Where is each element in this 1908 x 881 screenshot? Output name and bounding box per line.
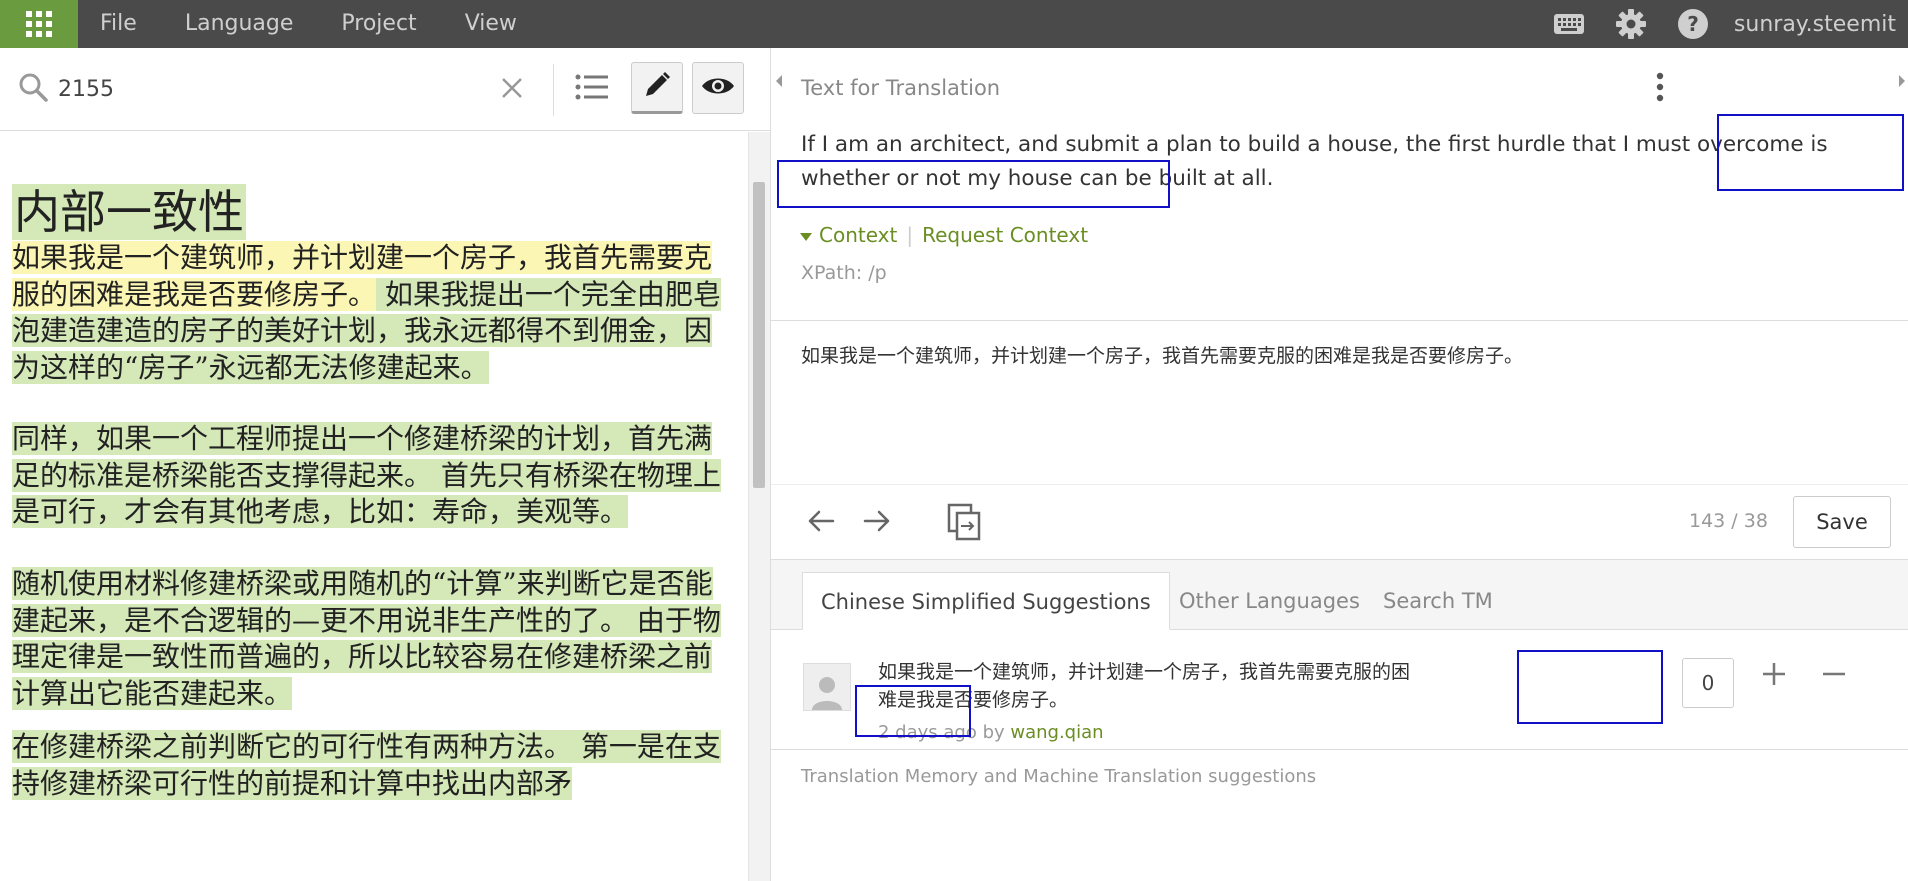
caret-down-icon[interactable] — [799, 223, 813, 247]
paragraph[interactable]: 在修建桥梁之前判断它的可行性有两种方法。 第一是在支持修建桥梁可行性的前提和计算… — [12, 729, 737, 802]
preview-mode-button[interactable] — [692, 62, 744, 114]
xpath-label: XPath: /p — [801, 262, 887, 284]
plus-icon[interactable] — [1761, 661, 1787, 691]
username[interactable]: sunray.steemit — [1724, 12, 1908, 37]
edit-mode-button[interactable] — [631, 62, 683, 114]
document-preview: 内部一致性 如果我是一个建筑师，并计划建一个房子，我首先需要克服的困难是我是否要… — [0, 132, 748, 881]
translation-text[interactable]: 如果我是一个建筑师，并计划建一个房子，我首先需要克服的困难是我是否要修房子。 — [801, 341, 1523, 368]
search-input[interactable] — [58, 70, 478, 108]
annotation-box — [1717, 114, 1904, 191]
paragraph[interactable]: 如果我是一个建筑师，并计划建一个房子，我首先需要克服的困难是我是否要修房子。 如… — [12, 240, 737, 386]
top-bar: File Language Project View ? sunray.stee… — [0, 0, 1908, 48]
paragraph[interactable]: 随机使用材料修建桥梁或用随机的“计算”来判断它是否能建起来，是不合逻辑的—更不用… — [12, 566, 737, 712]
vote-count: 0 — [1682, 658, 1734, 708]
context-toggle[interactable]: Context — [819, 223, 897, 247]
help-icon[interactable]: ? — [1662, 0, 1724, 48]
search-icon — [18, 72, 48, 106]
tab-chinese-simplified-suggestions[interactable]: Chinese Simplified Suggestions — [802, 572, 1170, 630]
collapse-left-icon[interactable] — [775, 73, 783, 92]
tab-search-tm[interactable]: Search TM — [1365, 572, 1511, 630]
menu-project[interactable]: Project — [341, 0, 416, 48]
document-title: 内部一致性 — [12, 184, 246, 240]
character-counter: 143 / 38 — [1689, 510, 1768, 532]
context-row: Context | Request Context — [799, 223, 1088, 247]
paragraph-text: 在修建桥梁之前判断它的可行性有两种方法。 第一是在支持修建桥梁可行性的前提和计算… — [12, 730, 721, 800]
separator: | — [906, 223, 914, 247]
document-pane: 内部一致性 如果我是一个建筑师，并计划建一个房子，我首先需要克服的困难是我是否要… — [0, 48, 770, 881]
paragraph[interactable]: 同样，如果一个工程师提出一个修建桥梁的计划，首先满足的标准是桥梁能否支撑得起来。… — [12, 421, 737, 531]
paragraph-text: 随机使用材料修建桥梁或用随机的“计算”来判断它是否能建起来，是不合逻辑的—更不用… — [12, 567, 721, 710]
annotation-box — [855, 685, 971, 737]
avatar — [803, 663, 851, 711]
apps-grid-icon[interactable] — [0, 0, 78, 48]
eye-icon — [701, 75, 735, 101]
keyboard-icon[interactable] — [1538, 0, 1600, 48]
more-options-icon[interactable] — [1656, 72, 1664, 106]
scroll-thumb[interactable] — [753, 182, 765, 488]
menu-view[interactable]: View — [465, 0, 517, 48]
tab-other-languages[interactable]: Other Languages — [1161, 572, 1378, 630]
minus-icon[interactable] — [1821, 661, 1847, 691]
pencil-icon — [642, 70, 672, 104]
tm-section-label: Translation Memory and Machine Translati… — [801, 766, 1317, 787]
svg-text:?: ? — [1687, 12, 1699, 36]
paragraph-text: 同样，如果一个工程师提出一个修建桥梁的计划，首先满足的标准是桥梁能否支撑得起来。… — [12, 422, 721, 528]
previous-arrow-icon[interactable] — [805, 505, 837, 541]
divider — [553, 64, 554, 116]
collapse-right-icon[interactable] — [1898, 73, 1906, 92]
source-label: Text for Translation — [801, 76, 1001, 100]
menu-file[interactable]: File — [100, 0, 137, 48]
document-scrollbar[interactable] — [748, 132, 770, 881]
menu-language[interactable]: Language — [185, 0, 294, 48]
request-context-link[interactable]: Request Context — [922, 223, 1088, 247]
editor-toolbar: 143 / 38 Save — [771, 484, 1908, 560]
translation-editor[interactable]: 如果我是一个建筑师，并计划建一个房子，我首先需要克服的困难是我是否要修房子。 — [771, 320, 1908, 483]
next-arrow-icon[interactable] — [861, 505, 893, 541]
copy-source-icon[interactable] — [947, 503, 983, 545]
clear-search-icon[interactable] — [500, 76, 524, 104]
annotation-box — [777, 160, 1170, 208]
main-menu: File Language Project View — [100, 0, 565, 48]
search-bar — [0, 48, 770, 131]
suggestion-author-link[interactable]: wang.qian — [1010, 722, 1103, 743]
list-view-icon[interactable] — [575, 72, 609, 106]
annotation-box — [1517, 650, 1663, 724]
suggestion-tabs: Chinese Simplified Suggestions Other Lan… — [771, 560, 1908, 630]
save-button[interactable]: Save — [1793, 496, 1891, 548]
gear-icon[interactable] — [1600, 0, 1662, 48]
